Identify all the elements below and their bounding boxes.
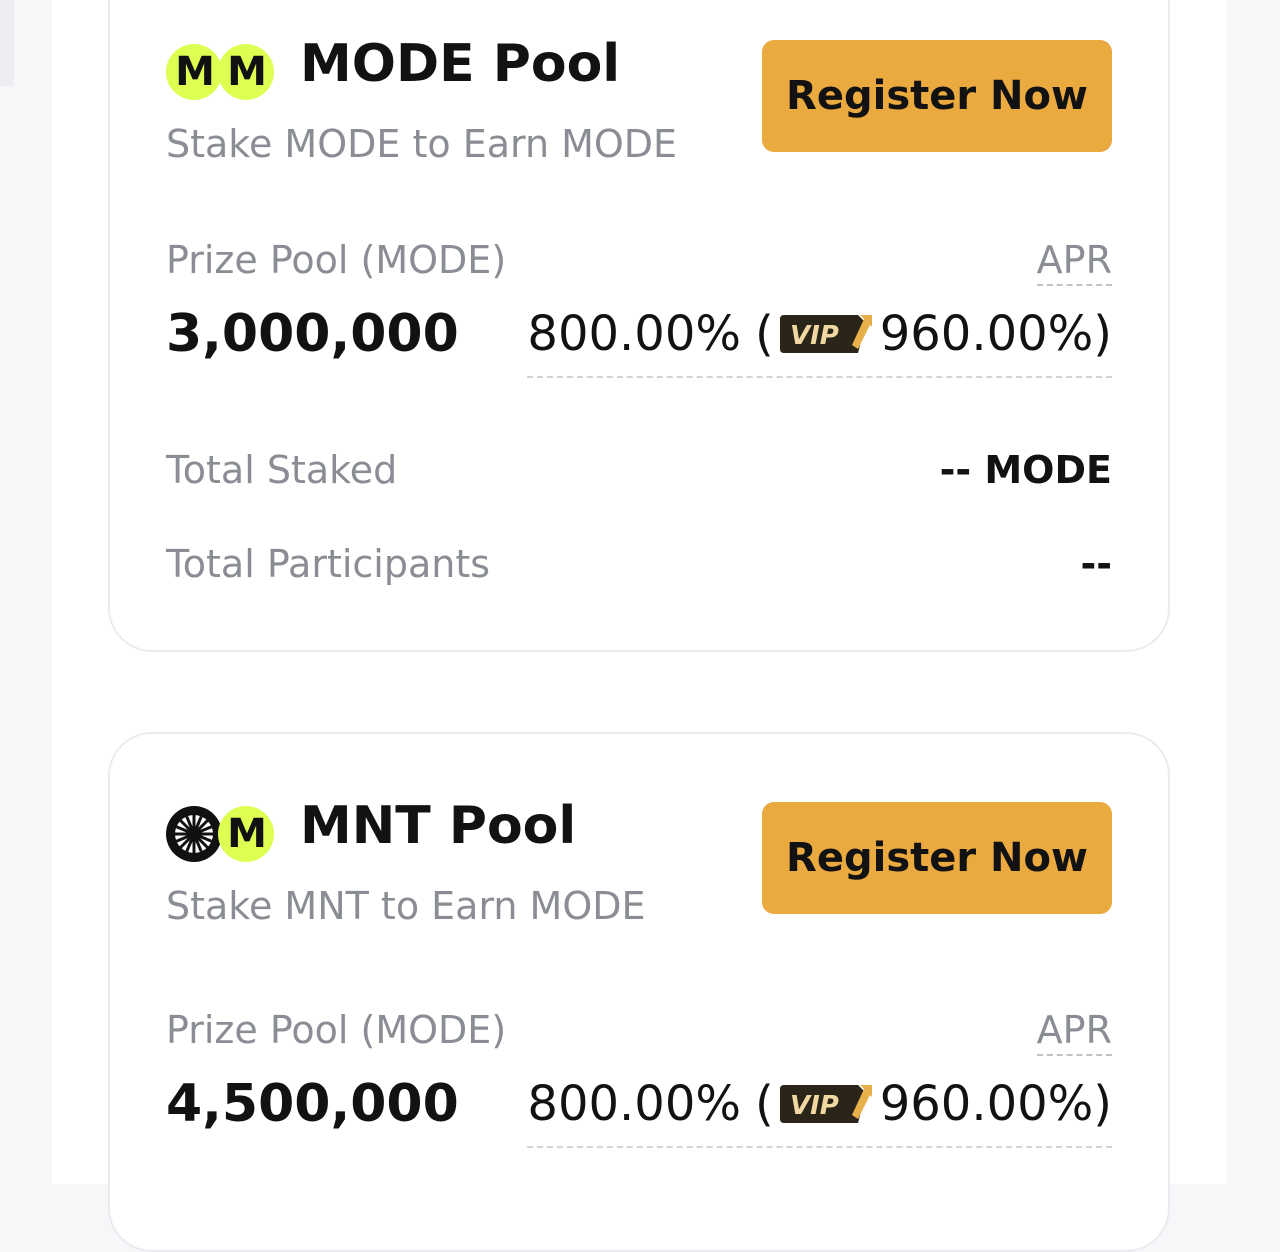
register-now-button[interactable]: Register Now: [762, 802, 1112, 914]
vip-badge-icon: VIP: [778, 311, 874, 357]
total-staked-row: Total Staked -- MODE: [166, 448, 1112, 508]
apr-value[interactable]: 800.00% ( VIP 960.00%): [527, 306, 1112, 378]
apr-label-tooltip[interactable]: APR: [1036, 1008, 1112, 1056]
total-participants-value: --: [1080, 542, 1112, 586]
pools-page: M M MODE Pool Stake MODE to Earn MODE Re…: [52, 0, 1226, 1252]
prize-apr-labels: Prize Pool (MODE) APR: [166, 238, 1112, 288]
total-participants-row: Total Participants --: [166, 542, 1112, 602]
apr-label-tooltip[interactable]: APR: [1036, 238, 1112, 286]
total-staked-value: -- MODE: [939, 448, 1112, 492]
total-participants-label: Total Participants: [166, 542, 491, 586]
vip-badge-icon: VIP: [778, 1081, 874, 1127]
prize-apr-labels: Prize Pool (MODE) APR: [166, 1008, 1112, 1058]
apr-vip-value: 960.00%): [879, 306, 1112, 362]
apr-value[interactable]: 800.00% ( VIP 960.00%): [527, 1076, 1112, 1148]
pool-card-header: M MNT Pool Stake MNT to Earn MODE Regist…: [166, 796, 1112, 942]
apr-base-value: 800.00%: [527, 306, 741, 362]
pool-card-header: M M MODE Pool Stake MODE to Earn MODE Re…: [166, 34, 1112, 180]
pool-subtitle: Stake MODE to Earn MODE: [166, 122, 678, 166]
total-staked-label: Total Staked: [166, 448, 398, 492]
pool-stats: Prize Pool (MODE) APR 4,500,000 800.00% …: [166, 1008, 1112, 1164]
prize-pool-label: Prize Pool (MODE): [166, 1008, 507, 1052]
left-edge-strip: [0, 0, 14, 86]
pool-token-logos: M: [166, 806, 276, 864]
pool-card-mnt: M MNT Pool Stake MNT to Earn MODE Regist…: [108, 732, 1170, 1252]
svg-text:VIP: VIP: [790, 1091, 839, 1121]
mnt-coin-icon: [166, 806, 222, 862]
prize-apr-values: 3,000,000 800.00% ( VIP 960.00%): [166, 304, 1112, 394]
prize-apr-values: 4,500,000 800.00% ( VIP 960.00%): [166, 1074, 1112, 1164]
pool-title: MNT Pool: [300, 796, 577, 856]
apr-vip-value: 960.00%): [879, 1076, 1112, 1132]
apr-paren-open: (: [754, 306, 774, 362]
apr-paren-open: (: [754, 1076, 774, 1132]
pool-stats: Prize Pool (MODE) APR 3,000,000 800.00% …: [166, 238, 1112, 602]
mode-coin-icon: M: [218, 44, 274, 100]
apr-base-value: 800.00%: [527, 1076, 741, 1132]
pool-token-logos: M M: [166, 44, 276, 102]
pool-title: MODE Pool: [300, 34, 621, 94]
prize-pool-label: Prize Pool (MODE): [166, 238, 507, 282]
svg-text:VIP: VIP: [790, 321, 839, 351]
prize-pool-value: 3,000,000: [166, 304, 459, 364]
pool-subtitle: Stake MNT to Earn MODE: [166, 884, 646, 928]
mode-coin-icon: M: [218, 806, 274, 862]
mode-coin-icon: M: [166, 44, 222, 100]
prize-pool-value: 4,500,000: [166, 1074, 459, 1134]
pool-card-mode: M M MODE Pool Stake MODE to Earn MODE Re…: [108, 0, 1170, 652]
register-now-button[interactable]: Register Now: [762, 40, 1112, 152]
